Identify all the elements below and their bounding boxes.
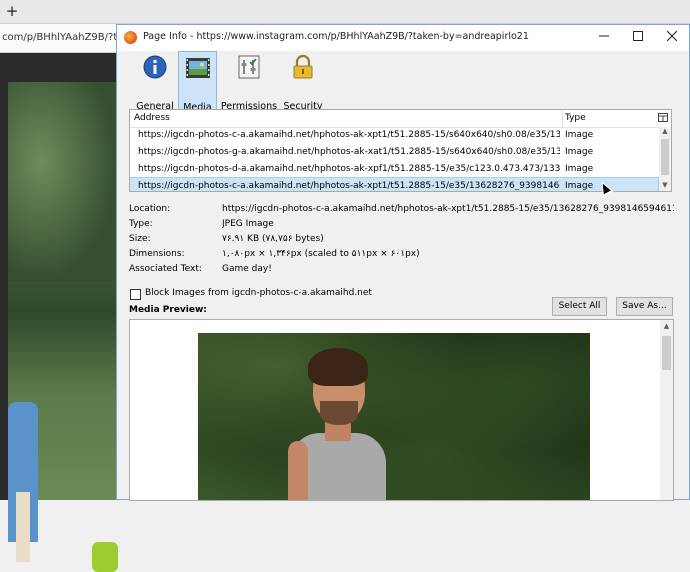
maximize-icon xyxy=(633,31,643,41)
scroll-down-icon[interactable]: ▼ xyxy=(659,181,671,191)
page-info-dialog: Page Info - https://www.instagram.com/p/… xyxy=(116,24,690,501)
tab-permissions[interactable]: Permissions xyxy=(220,51,278,115)
select-all-button[interactable]: Select All xyxy=(552,297,607,316)
detail-size: Size: ۷۶.۹۱ KB (۷۸,۷۵۶ bytes) xyxy=(129,234,674,248)
media-table[interactable]: Address Type https://igcdn-photos-c-a.ak… xyxy=(129,109,672,192)
column-header-type[interactable]: Type xyxy=(565,113,586,123)
minimize-button[interactable] xyxy=(587,25,621,51)
detail-label: Location: xyxy=(129,204,171,214)
tab-media[interactable]: Media xyxy=(178,51,217,115)
tab-toolbar: General Media Permissions Security xyxy=(117,51,689,115)
detail-label: Dimensions: xyxy=(129,249,185,259)
detail-dimensions: Dimensions: ۱,۰۸۰px × ۱,۳۴۶px (scaled to… xyxy=(129,249,674,263)
table-header: Address Type xyxy=(130,110,671,128)
row-address: https://igcdn-photos-g-a.akamaihd.net/hp… xyxy=(138,147,560,157)
save-as-button[interactable]: Save As... xyxy=(616,297,673,316)
lock-icon xyxy=(293,54,313,79)
block-images-checkbox[interactable] xyxy=(130,289,141,300)
row-type: Image xyxy=(565,164,594,174)
preview-scrollbar[interactable]: ▲ xyxy=(660,320,673,500)
row-address: https://igcdn-photos-c-a.akamaihd.net/hp… xyxy=(138,130,560,140)
maximize-button[interactable] xyxy=(621,25,655,51)
row-type: Image xyxy=(565,181,594,191)
row-address: https://igcdn-photos-c-a.akamaihd.net/hp… xyxy=(138,181,560,191)
background-photo xyxy=(8,82,118,572)
row-address: https://igcdn-photos-d-a.akamaihd.net/hp… xyxy=(138,164,560,174)
detail-value: JPEG Image xyxy=(222,219,274,229)
table-row-selected[interactable]: https://igcdn-photos-c-a.akamaihd.net/hp… xyxy=(130,177,659,191)
browser-tab-bar: + xyxy=(0,0,690,24)
scroll-up-icon[interactable]: ▲ xyxy=(659,127,671,137)
detail-label: Associated Text: xyxy=(129,264,202,274)
info-icon xyxy=(143,55,167,79)
column-picker-icon[interactable] xyxy=(657,113,668,123)
firefox-icon xyxy=(124,31,137,44)
detail-value: ۷۶.۹۱ KB (۷۸,۷۵۶ bytes) xyxy=(222,234,324,244)
row-type: Image xyxy=(565,147,594,157)
table-row[interactable]: https://igcdn-photos-g-a.akamaihd.net/hp… xyxy=(130,144,658,161)
row-type: Image xyxy=(565,130,594,140)
minimize-icon xyxy=(599,35,609,37)
detail-label: Size: xyxy=(129,234,151,244)
media-icon xyxy=(185,58,210,78)
close-button[interactable] xyxy=(655,25,689,51)
title-bar: Page Info - https://www.instagram.com/p/… xyxy=(117,25,689,51)
detail-label: Type: xyxy=(129,219,153,229)
tab-security[interactable]: Security xyxy=(281,51,325,115)
detail-associated-text: Associated Text: Game day! xyxy=(129,264,674,278)
table-row[interactable]: https://igcdn-photos-d-a.akamaihd.net/hp… xyxy=(130,161,658,178)
detail-value: ۱,۰۸۰px × ۱,۳۴۶px (scaled to ۵۱۱px × ۶۰۱… xyxy=(222,249,420,259)
preview-image xyxy=(198,333,590,500)
url-text: com/p/BHhlYAahZ9B/?ta xyxy=(2,32,124,43)
new-tab-button[interactable]: + xyxy=(4,2,20,20)
scroll-thumb[interactable] xyxy=(662,336,671,370)
detail-value: Game day! xyxy=(222,264,272,274)
detail-location: Location: https://igcdn-photos-c-a.akama… xyxy=(129,204,674,218)
table-row[interactable]: https://igcdn-photos-c-a.akamaihd.net/hp… xyxy=(130,127,658,144)
scroll-thumb[interactable] xyxy=(661,139,669,175)
media-preview-label: Media Preview: xyxy=(129,305,207,315)
detail-value: https://igcdn-photos-c-a.akamaihd.net/hp… xyxy=(222,204,674,214)
block-images-label[interactable]: Block Images from igcdn-photos-c-a.akama… xyxy=(145,288,372,298)
permissions-icon xyxy=(238,55,260,79)
table-scrollbar[interactable]: ▲ ▼ xyxy=(659,127,671,191)
tab-general[interactable]: General xyxy=(135,51,175,115)
scroll-up-icon[interactable]: ▲ xyxy=(660,322,673,330)
window-title: Page Info - https://www.instagram.com/p/… xyxy=(143,31,529,42)
detail-type: Type: JPEG Image xyxy=(129,219,674,233)
column-header-address[interactable]: Address xyxy=(134,113,170,123)
media-preview: ▲ xyxy=(129,319,674,501)
close-icon xyxy=(666,30,678,42)
